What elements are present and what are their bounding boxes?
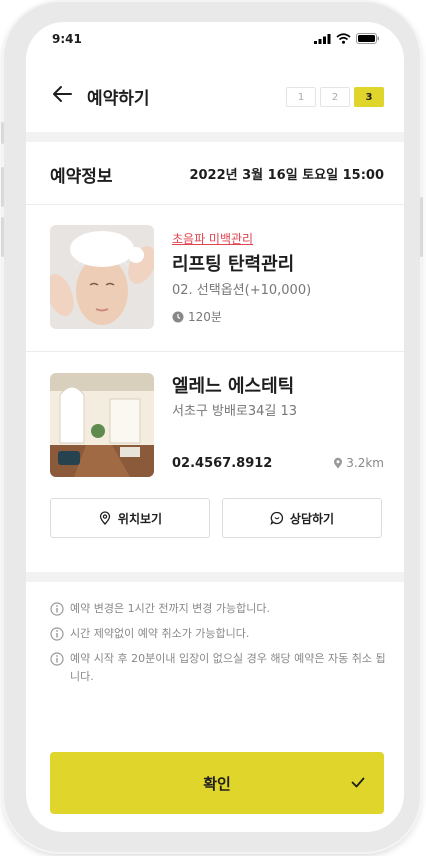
mute-switch <box>1 122 4 144</box>
clock-icon <box>172 311 184 322</box>
step-indicator: 1 2 3 <box>286 87 384 107</box>
power-button <box>420 197 423 257</box>
notice-item: 시간 제약없이 예약 취소가 가능합니다. <box>50 625 386 643</box>
status-bar: 9:41 <box>26 22 404 60</box>
step-2: 2 <box>320 87 350 107</box>
shop-address: 서초구 방배로34길 13 <box>172 404 298 419</box>
service-duration: 120분 <box>172 308 222 325</box>
step-3-active: 3 <box>354 87 384 107</box>
confirm-button[interactable]: 확인 <box>50 752 384 814</box>
info-icon <box>50 652 64 666</box>
status-icons <box>314 33 380 44</box>
service-option: 02. 선택옵션(+10,000) <box>172 283 312 298</box>
battery-icon <box>356 33 379 44</box>
notice-item: 예약 시작 후 20분이내 입장이 없으실 경우 해당 예약은 자동 취소 됩니… <box>50 650 386 686</box>
notice-text: 시간 제약없이 예약 취소가 가능합니다. <box>70 627 250 640</box>
map-pin-icon <box>99 511 111 525</box>
shop-distance: 3.2km <box>332 456 384 470</box>
duration-text: 120분 <box>188 310 222 324</box>
view-location-button[interactable]: 위치보기 <box>50 498 210 538</box>
status-time: 9:41 <box>52 32 82 46</box>
consult-button[interactable]: 상담하기 <box>222 498 382 538</box>
check-icon <box>351 777 365 788</box>
salon-interior-image <box>50 373 154 477</box>
notice-item: 예약 변경은 1시간 전까지 변경 가능합니다. <box>50 600 386 618</box>
page-title: 예약하기 <box>87 89 150 109</box>
service-card: 초음파 미백관리 리프팅 탄력관리 02. 선택옵션(+10,000) 120분 <box>26 205 404 352</box>
location-pin-icon <box>334 457 343 469</box>
shop-card: 엘레느 에스테틱 서초구 방배로34길 13 02.4567.8912 3.2k… <box>26 352 404 572</box>
service-image <box>50 225 154 329</box>
volume-down-button <box>1 217 4 257</box>
signal-icon <box>314 33 331 44</box>
back-button[interactable] <box>50 82 74 106</box>
section-title: 예약정보 <box>50 167 113 187</box>
distance-text: 3.2km <box>346 456 384 470</box>
wifi-icon <box>336 33 351 44</box>
service-category: 초음파 미백관리 <box>172 232 254 246</box>
consult-label: 상담하기 <box>289 511 335 526</box>
notice-text: 예약 변경은 1시간 전까지 변경 가능합니다. <box>70 602 271 615</box>
facial-treatment-image <box>50 225 154 329</box>
arrow-left-icon <box>53 86 72 102</box>
shop-image <box>50 373 154 477</box>
confirm-label: 확인 <box>203 774 231 793</box>
shop-phone[interactable]: 02.4567.8912 <box>172 456 272 471</box>
info-icon <box>50 602 64 616</box>
chat-icon <box>270 511 283 525</box>
reservation-info-header: 예약정보 2022년 3월 16일 토요일 15:00 <box>26 142 404 205</box>
service-name: 리프팅 탄력관리 <box>172 254 295 275</box>
step-1: 1 <box>286 87 316 107</box>
app-header: 예약하기 1 2 3 <box>26 60 404 132</box>
volume-up-button <box>1 167 4 207</box>
screen: 9:41 예약하기 1 2 3 예약정보 2022년 3월 16일 토요일 15… <box>26 22 404 832</box>
shop-name: 엘레느 에스테틱 <box>172 376 295 397</box>
view-location-label: 위치보기 <box>117 511 163 526</box>
notice-text: 예약 시작 후 20분이내 입장이 없으실 경우 해당 예약은 자동 취소 됩니… <box>70 652 386 683</box>
info-icon <box>50 627 64 641</box>
phone-frame: 9:41 예약하기 1 2 3 예약정보 2022년 3월 16일 토요일 15… <box>1 2 423 852</box>
reservation-datetime: 2022년 3월 16일 토요일 15:00 <box>189 168 384 183</box>
